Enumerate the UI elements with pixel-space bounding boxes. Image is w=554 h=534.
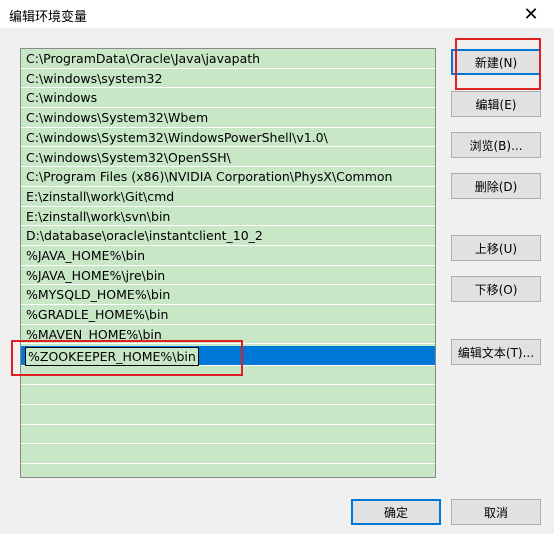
list-item[interactable]: C:\windows\System32\WindowsPowerShell\v1… xyxy=(21,128,435,148)
path-edit-input[interactable]: %ZOOKEEPER_HOME%\bin xyxy=(25,347,199,366)
list-item[interactable]: C:\windows\System32\Wbem xyxy=(21,108,435,128)
list-item[interactable]: %JAVA_HOME%\bin xyxy=(21,246,435,266)
list-item[interactable]: E:\zinstall\work\svn\bin xyxy=(21,207,435,227)
edit-text-button[interactable]: 编辑文本(T)... xyxy=(451,339,541,365)
list-item[interactable]: C:\windows xyxy=(21,88,435,109)
new-button[interactable]: 新建(N) xyxy=(451,49,541,75)
path-listbox[interactable]: C:\ProgramData\Oracle\Java\javapath C:\w… xyxy=(20,48,436,478)
list-item-empty[interactable] xyxy=(21,445,435,465)
list-item[interactable]: D:\database\oracle\instantclient_10_2 xyxy=(21,226,435,246)
edit-button[interactable]: 编辑(E) xyxy=(451,91,541,117)
list-item-empty[interactable] xyxy=(21,366,435,386)
delete-button[interactable]: 删除(D) xyxy=(451,173,541,199)
list-item[interactable]: C:\windows\System32\OpenSSH\ xyxy=(21,148,435,168)
window-title: 编辑环境变量 xyxy=(9,10,88,25)
list-item[interactable]: %MYSQLD_HOME%\bin xyxy=(21,285,435,306)
move-up-button[interactable]: 上移(U) xyxy=(451,235,541,261)
list-item-selected[interactable]: %ZOOKEEPER_HOME%\bin xyxy=(21,346,435,366)
list-item-empty[interactable] xyxy=(21,425,435,445)
list-item[interactable]: C:\windows\system32 xyxy=(21,69,435,89)
browse-button[interactable]: 浏览(B)... xyxy=(451,132,541,158)
list-item[interactable]: C:\Program Files (x86)\NVIDIA Corporatio… xyxy=(21,167,435,187)
list-item-empty[interactable] xyxy=(21,385,435,406)
list-item[interactable]: E:\zinstall\work\Git\cmd xyxy=(21,187,435,207)
list-item[interactable]: %JAVA_HOME%\jre\bin xyxy=(21,266,435,286)
ok-button[interactable]: 确定 xyxy=(351,499,441,525)
list-item[interactable]: %GRADLE_HOME%\bin xyxy=(21,305,435,325)
list-item[interactable]: %MAVEN_HOME%\bin xyxy=(21,325,435,345)
list-item[interactable]: C:\ProgramData\Oracle\Java\javapath xyxy=(21,49,435,69)
close-icon[interactable]: ✕ xyxy=(508,0,554,28)
title-bar: 编辑环境变量 ✕ xyxy=(0,0,554,28)
list-item-empty[interactable] xyxy=(21,405,435,425)
move-down-button[interactable]: 下移(O) xyxy=(451,276,541,302)
cancel-button[interactable]: 取消 xyxy=(451,499,541,525)
